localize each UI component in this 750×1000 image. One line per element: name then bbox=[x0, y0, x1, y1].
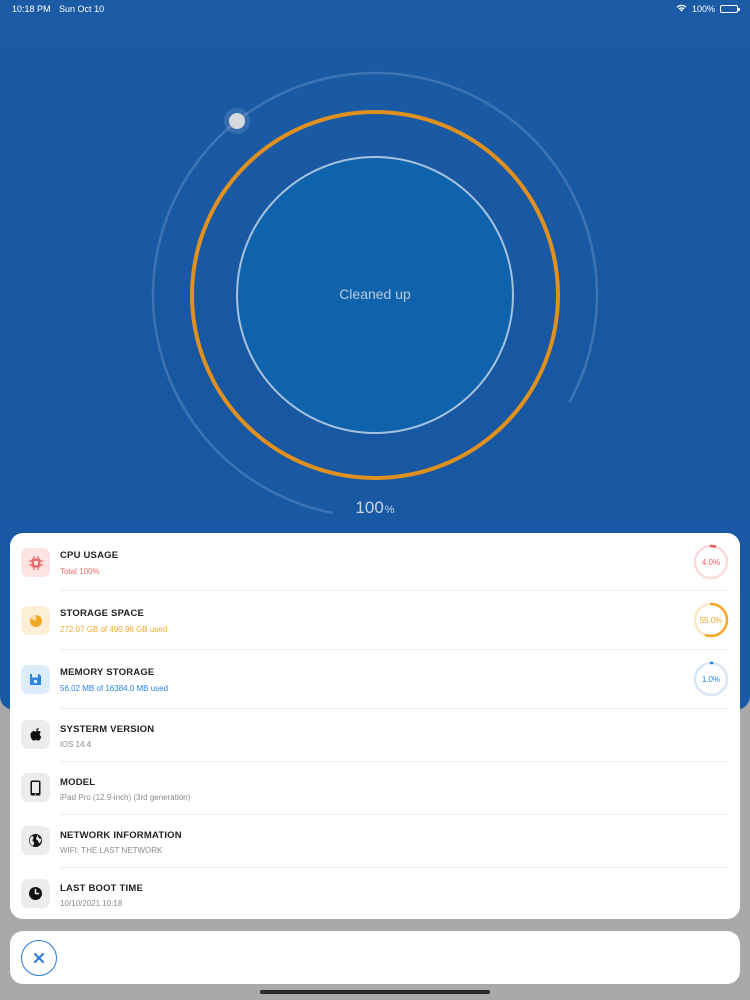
row-subtitle: WIFI: THE LAST NETWORK bbox=[60, 846, 163, 855]
row-title: MODEL bbox=[60, 777, 96, 788]
row-subtitle: Total 100% bbox=[60, 567, 100, 576]
storage-space-row[interactable]: STORAGE SPACE 272.07 GB of 490.96 GB use… bbox=[10, 591, 740, 650]
gauge-label: Cleaned up bbox=[339, 286, 411, 302]
apple-icon bbox=[21, 720, 50, 749]
bottom-bar bbox=[10, 931, 740, 984]
row-title: NETWORK INFORMATION bbox=[60, 830, 182, 841]
close-icon bbox=[34, 953, 44, 963]
cpu-usage-row[interactable]: CPU USAGE Total 100% 4.0% bbox=[10, 533, 740, 591]
gauge-knob-center bbox=[229, 113, 245, 129]
gauge-percent: 100% bbox=[300, 498, 450, 518]
row-title: CPU USAGE bbox=[60, 550, 119, 561]
cleanup-gauge bbox=[151, 71, 599, 519]
tablet-icon bbox=[21, 773, 50, 802]
row-subtitle: 272.07 GB of 490.96 GB used bbox=[60, 625, 168, 634]
memory-storage-ring-value: 1.0% bbox=[701, 675, 721, 684]
gauge-percent-value: 100 bbox=[355, 498, 384, 517]
storage-space-ring-value: 55.0% bbox=[699, 616, 723, 625]
cpu-icon bbox=[21, 548, 50, 577]
network-information-row[interactable]: NETWORK INFORMATION WIFI: THE LAST NETWO… bbox=[10, 815, 740, 868]
last-boot-time-row[interactable]: LAST BOOT TIME 10/10/2021 10:18 bbox=[10, 868, 740, 919]
close-button[interactable] bbox=[21, 940, 57, 976]
clock-icon bbox=[21, 879, 50, 908]
model-row[interactable]: MODEL iPad Pro (12.9-inch) (3rd generati… bbox=[10, 762, 740, 815]
gauge-percent-unit: % bbox=[384, 504, 395, 516]
memory-storage-row[interactable]: MEMORY STORAGE 56.02 MB of 16384.0 MB us… bbox=[10, 650, 740, 709]
pie-chart-icon bbox=[21, 606, 50, 635]
row-subtitle: 10/10/2021 10:18 bbox=[60, 899, 123, 908]
row-title: STORAGE SPACE bbox=[60, 608, 145, 619]
row-subtitle: 56.02 MB of 16384.0 MB used bbox=[60, 684, 169, 693]
floppy-disk-icon bbox=[21, 665, 50, 694]
row-title: SYSTERM VERSION bbox=[60, 724, 155, 735]
device-info-card: CPU USAGE Total 100% 4.0% STORAGE SPACE … bbox=[10, 533, 740, 919]
row-title: MEMORY STORAGE bbox=[60, 667, 155, 678]
globe-icon bbox=[21, 826, 50, 855]
home-indicator[interactable] bbox=[260, 990, 490, 994]
row-title: LAST BOOT TIME bbox=[60, 883, 144, 894]
row-subtitle: iPad Pro (12.9-inch) (3rd generation) bbox=[60, 793, 191, 802]
cpu-usage-ring-value: 4.0% bbox=[701, 558, 721, 567]
system-version-row[interactable]: SYSTERM VERSION iOS 14.4 bbox=[10, 709, 740, 762]
row-subtitle: iOS 14.4 bbox=[60, 740, 92, 749]
